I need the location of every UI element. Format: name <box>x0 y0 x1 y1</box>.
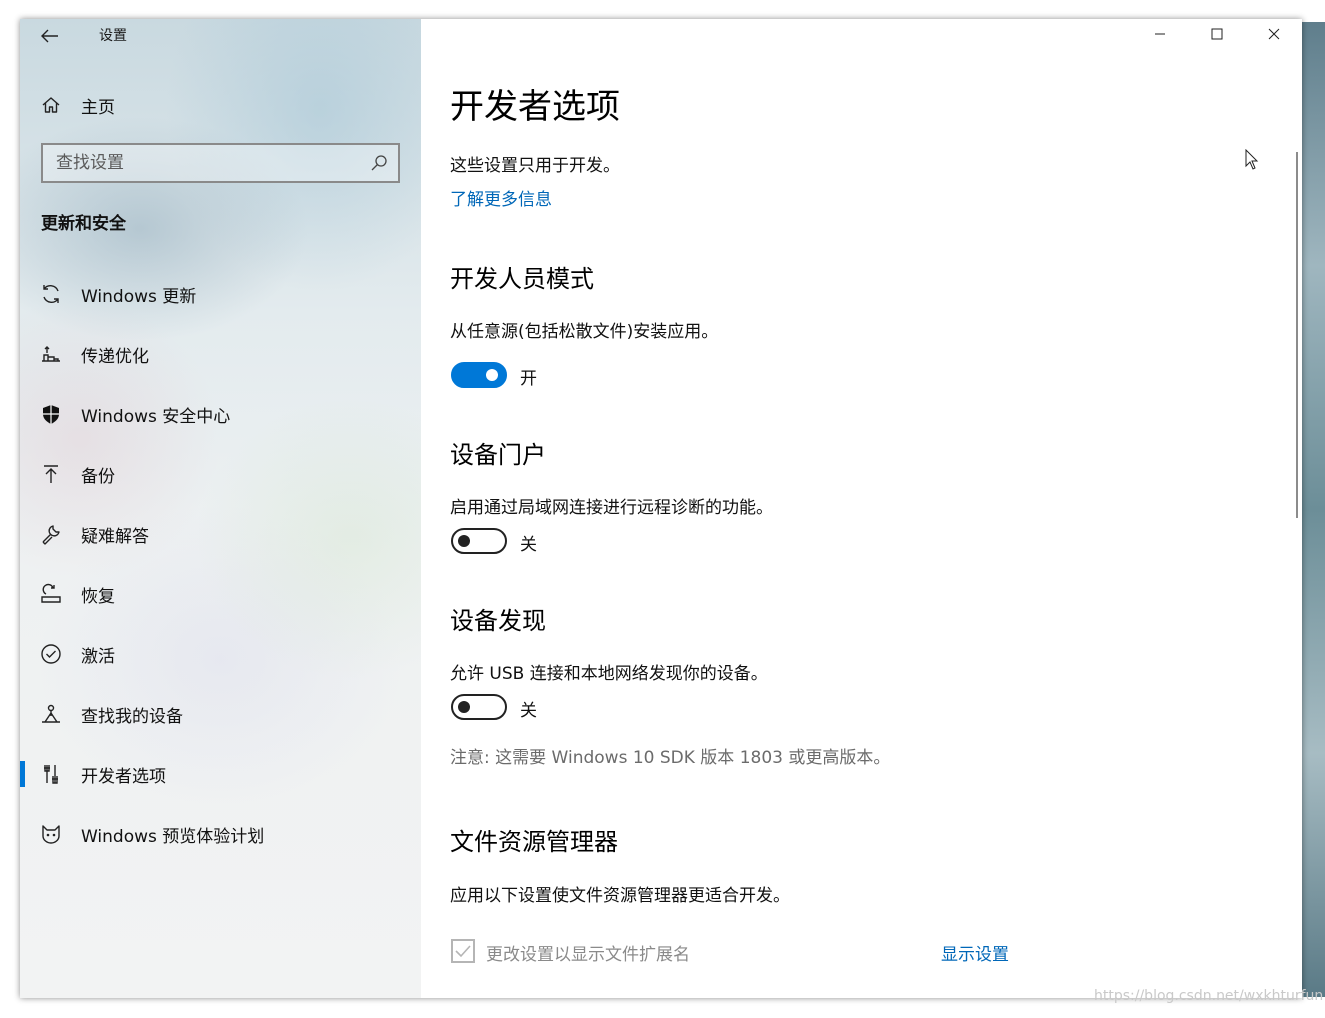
show-settings-link[interactable]: 显示设置 <box>941 940 1009 965</box>
sidebar-item-label: 开发者选项 <box>81 766 166 787</box>
wrench-icon <box>40 523 62 545</box>
sidebar-item-windows-update[interactable]: Windows 更新 <box>20 264 421 324</box>
mouse-cursor-icon <box>1245 149 1259 170</box>
close-icon <box>1268 28 1279 40</box>
close-button[interactable] <box>1245 19 1302 49</box>
sidebar-item-label: 传递优化 <box>81 346 149 367</box>
sidebar-item-label: 恢复 <box>81 586 115 607</box>
checkmark-icon <box>455 945 471 958</box>
delivery-optimization-icon <box>40 343 62 365</box>
sidebar-item-troubleshoot[interactable]: 疑难解答 <box>20 504 421 564</box>
window-title: 设置 <box>99 28 127 44</box>
settings-window: 设置 主页 更新和安全 <box>20 19 1302 998</box>
desktop-background <box>1302 22 1325 997</box>
device-portal-toggle[interactable] <box>451 528 507 554</box>
active-indicator <box>20 761 25 787</box>
home-icon <box>40 94 62 116</box>
sidebar-item-label: 查找我的设备 <box>81 706 183 727</box>
file-explorer-heading: 文件资源管理器 <box>450 828 618 856</box>
sidebar-item-recovery[interactable]: 恢复 <box>20 564 421 624</box>
scrollbar[interactable] <box>1296 152 1298 518</box>
device-discovery-toggle[interactable] <box>451 694 507 720</box>
back-arrow-icon <box>41 29 58 43</box>
minimize-icon <box>1154 33 1165 35</box>
device-discovery-state: 关 <box>520 701 537 721</box>
sidebar-item-find-my-device[interactable]: 查找我的设备 <box>20 684 421 744</box>
find-device-icon <box>40 703 62 725</box>
shield-icon <box>40 403 62 425</box>
device-discovery-description: 允许 USB 连接和本地网络发现你的设备。 <box>450 664 768 684</box>
insider-cat-icon <box>40 823 62 845</box>
developer-tools-icon <box>40 763 62 785</box>
minimize-button[interactable] <box>1131 19 1188 49</box>
sidebar-item-label: Windows 更新 <box>81 286 197 307</box>
sidebar-item-label: 疑难解答 <box>81 526 149 547</box>
intro-text: 这些设置只用于开发。 <box>450 156 620 176</box>
dev-mode-description: 从任意源(包括松散文件)安装应用。 <box>450 322 719 342</box>
sidebar-item-label: Windows 安全中心 <box>81 406 231 427</box>
sidebar-item-label: 激活 <box>81 646 115 667</box>
nav-list: Windows 更新 传递优化 Windows 安全中心 备份 疑难解答 恢复 … <box>20 264 421 864</box>
toggle-knob <box>486 369 498 381</box>
sidebar-item-windows-insider[interactable]: Windows 预览体验计划 <box>20 804 421 864</box>
sidebar-item-label: 备份 <box>81 466 115 487</box>
device-discovery-note: 注意: 这需要 Windows 10 SDK 版本 1803 或更高版本。 <box>450 748 891 768</box>
sidebar-item-windows-security[interactable]: Windows 安全中心 <box>20 384 421 444</box>
check-circle-icon <box>40 643 62 665</box>
maximize-button[interactable] <box>1188 19 1245 49</box>
search-box[interactable] <box>41 143 400 183</box>
sidebar-item-home[interactable]: 主页 <box>20 85 421 125</box>
watermark: https://blog.csdn.net/wxkhturfun <box>1094 988 1324 1004</box>
toggle-knob <box>458 535 470 547</box>
dev-mode-state: 开 <box>520 369 537 389</box>
device-portal-description: 启用通过局域网连接进行远程诊断的功能。 <box>450 498 773 518</box>
maximize-icon <box>1211 28 1222 40</box>
search-icon[interactable] <box>370 154 388 172</box>
toggle-knob <box>458 701 470 713</box>
back-button[interactable] <box>38 24 62 48</box>
sidebar-item-developer-options[interactable]: 开发者选项 <box>20 744 421 804</box>
device-portal-state: 关 <box>520 535 537 555</box>
search-input[interactable] <box>43 145 363 181</box>
device-portal-heading: 设备门户 <box>450 441 546 469</box>
show-extensions-label: 更改设置以显示文件扩展名 <box>486 945 690 965</box>
file-explorer-description: 应用以下设置使文件资源管理器更适合开发。 <box>450 886 790 906</box>
sidebar-item-activation[interactable]: 激活 <box>20 624 421 684</box>
home-label: 主页 <box>81 97 115 118</box>
section-header: 更新和安全 <box>41 214 126 234</box>
sidebar: 设置 主页 更新和安全 <box>20 19 421 998</box>
refresh-icon <box>40 283 62 305</box>
dev-mode-toggle[interactable] <box>451 362 507 388</box>
sidebar-item-label: Windows 预览体验计划 <box>81 826 265 847</box>
recovery-icon <box>40 583 62 605</box>
upload-arrow-icon <box>40 463 62 485</box>
dev-mode-heading: 开发人员模式 <box>450 265 594 293</box>
sidebar-item-backup[interactable]: 备份 <box>20 444 421 504</box>
page-title: 开发者选项 <box>450 87 620 127</box>
device-discovery-heading: 设备发现 <box>450 607 546 635</box>
show-extensions-checkbox[interactable] <box>451 939 475 963</box>
learn-more-link[interactable]: 了解更多信息 <box>450 185 552 210</box>
content-pane: 开发者选项 这些设置只用于开发。 了解更多信息 开发人员模式 从任意源(包括松散… <box>421 19 1302 998</box>
sidebar-item-delivery-optimization[interactable]: 传递优化 <box>20 324 421 384</box>
